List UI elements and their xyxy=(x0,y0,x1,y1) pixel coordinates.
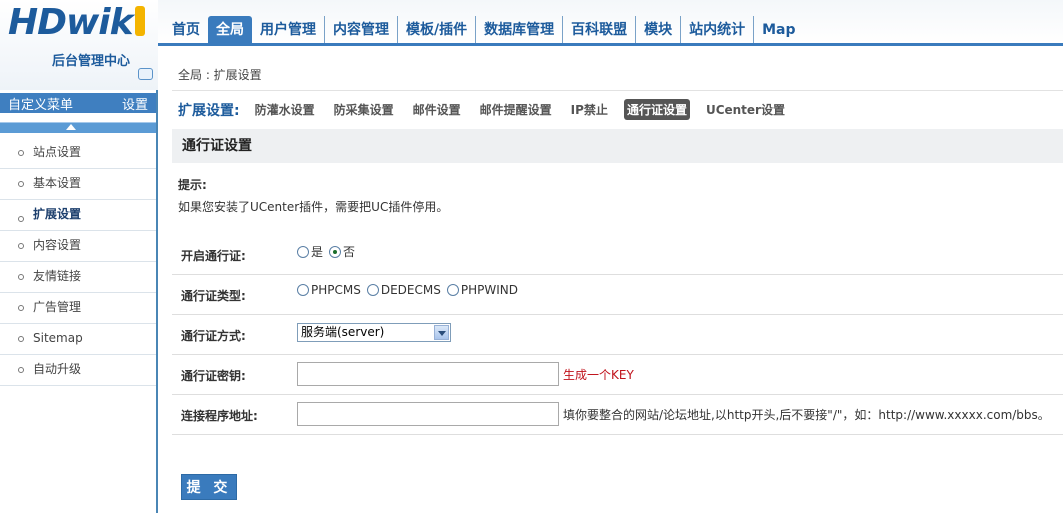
subnav-mail[interactable]: 邮件设置 xyxy=(410,99,464,120)
connect-address-input[interactable] xyxy=(297,402,559,426)
custom-menu-bar: 自定义菜单 设置 xyxy=(0,93,156,113)
logo: HDwik 后台管理中心 xyxy=(0,0,158,90)
type-phpcms-label: PHPCMS xyxy=(311,283,361,297)
chevron-down-icon[interactable] xyxy=(434,325,449,340)
sidebar-item-auto-upgrade[interactable]: 自动升级 xyxy=(0,355,156,386)
sidebar-item-sitemap[interactable]: Sitemap xyxy=(0,324,156,355)
nav-templates-plugins[interactable]: 模板/插件 xyxy=(397,16,475,43)
type-dedecms-radio[interactable] xyxy=(366,284,379,296)
subnav-mail-reminder[interactable]: 邮件提醒设置 xyxy=(477,99,555,120)
hint-text: 如果您安装了UCenter插件，需要把UC插件停用。 xyxy=(178,200,449,214)
passport-key-input[interactable] xyxy=(297,362,559,386)
passport-mode-label: 通行证方式: xyxy=(181,329,246,343)
sidebar-item-content[interactable]: 内容设置 xyxy=(0,231,156,262)
custom-menu-settings-link[interactable]: 设置 xyxy=(122,94,148,113)
nav-home[interactable]: 首页 xyxy=(164,16,208,43)
subnav-ip-ban[interactable]: IP禁止 xyxy=(568,99,611,120)
admin-center-title: 后台管理中心 xyxy=(52,54,131,69)
nav-stats[interactable]: 站内统计 xyxy=(680,16,753,43)
passport-mode-select[interactable]: 服务端(server) xyxy=(297,323,451,342)
passport-type-label: 通行证类型: xyxy=(181,289,246,303)
hint-label: 提示: xyxy=(178,178,207,192)
nav-content[interactable]: 内容管理 xyxy=(324,16,397,43)
nav-database[interactable]: 数据库管理 xyxy=(475,16,562,43)
row-connect-address: 连接程序地址: 填你要整合的网站/论坛地址,以http开头,后不要接"/"，如：… xyxy=(172,395,1063,435)
enable-no-radio[interactable] xyxy=(329,245,342,258)
nav-global[interactable]: 全局 xyxy=(208,16,252,43)
subnav-ucenter[interactable]: UCenter设置 xyxy=(703,99,788,120)
row-passport-key: 通行证密钥: 生成一个KEY xyxy=(172,355,1063,395)
subnav-anti-flood[interactable]: 防灌水设置 xyxy=(252,99,318,120)
type-dedecms-label: DEDECMS xyxy=(380,283,441,297)
sidebar-item-extension[interactable]: 扩展设置 xyxy=(0,200,156,231)
type-phpwind-label: PHPWIND xyxy=(460,283,518,297)
breadcrumb: 全局 : 扩展设置 xyxy=(178,68,262,82)
subnav-passport[interactable]: 通行证设置 xyxy=(623,99,690,120)
type-phpwind-radio[interactable] xyxy=(446,284,459,296)
sidebar-menu: 站点设置 基本设置 扩展设置 内容设置 友情链接 广告管理 Sitemap 自动… xyxy=(0,138,156,386)
chat-icon[interactable] xyxy=(138,68,153,80)
enable-no-label: 否 xyxy=(343,245,356,259)
nav-wiki-union[interactable]: 百科联盟 xyxy=(562,16,635,43)
sub-navigation: 扩展设置: 防灌水设置 防采集设置 邮件设置 邮件提醒设置 IP禁止 通行证设置… xyxy=(178,99,801,120)
section-title: 通行证设置 xyxy=(172,129,1063,163)
row-passport-mode: 通行证方式: 服务端(server) xyxy=(172,315,1063,355)
sidebar-item-friend-links[interactable]: 友情链接 xyxy=(0,262,156,293)
submit-button[interactable]: 提 交 xyxy=(181,474,237,500)
enable-yes-radio[interactable] xyxy=(297,245,309,258)
passport-key-label: 通行证密钥: xyxy=(181,369,246,383)
sidebar-collapse-button[interactable] xyxy=(0,122,156,133)
left-panel: HDwik 后台管理中心 自定义菜单 设置 站点设置 基本设置 扩展设置 内容设… xyxy=(0,0,158,513)
nav-modules[interactable]: 模块 xyxy=(635,16,680,43)
main-content: 全局 : 扩展设置 扩展设置: 防灌水设置 防采集设置 邮件设置 邮件提醒设置 … xyxy=(172,49,1063,513)
connect-address-label: 连接程序地址: xyxy=(181,409,258,423)
sidebar-item-ads[interactable]: 广告管理 xyxy=(0,293,156,324)
divider xyxy=(172,90,1063,91)
subnav-anti-scrape[interactable]: 防采集设置 xyxy=(331,99,397,120)
chevron-up-icon xyxy=(66,124,76,130)
row-passport-type: 通行证类型: PHPCMS DEDECMS PHPWIND xyxy=(172,275,1063,315)
passport-mode-value: 服务端(server) xyxy=(301,325,385,339)
top-navigation: 首页 全局 用户管理 内容管理 模板/插件 数据库管理 百科联盟 模块 站内统计… xyxy=(158,0,1063,46)
custom-menu-title: 自定义菜单 xyxy=(8,97,74,113)
brand-logo: HDwik xyxy=(8,2,145,43)
connect-address-hint: 填你要整合的网站/论坛地址,以http开头,后不要接"/"，如：http://w… xyxy=(563,407,1050,422)
sidebar-item-site[interactable]: 站点设置 xyxy=(0,138,156,169)
nav-users[interactable]: 用户管理 xyxy=(252,16,324,43)
enable-yes-label: 是 xyxy=(311,245,324,259)
generate-key-link[interactable]: 生成一个KEY xyxy=(563,366,634,383)
type-phpcms-radio[interactable] xyxy=(297,284,309,296)
nav-map[interactable]: Map xyxy=(753,16,803,43)
enable-passport-label: 开启通行证: xyxy=(181,249,246,263)
subnav-label: 扩展设置: xyxy=(178,102,240,119)
row-enable-passport: 开启通行证: 是 否 xyxy=(172,235,1063,275)
sidebar-item-basic[interactable]: 基本设置 xyxy=(0,169,156,200)
